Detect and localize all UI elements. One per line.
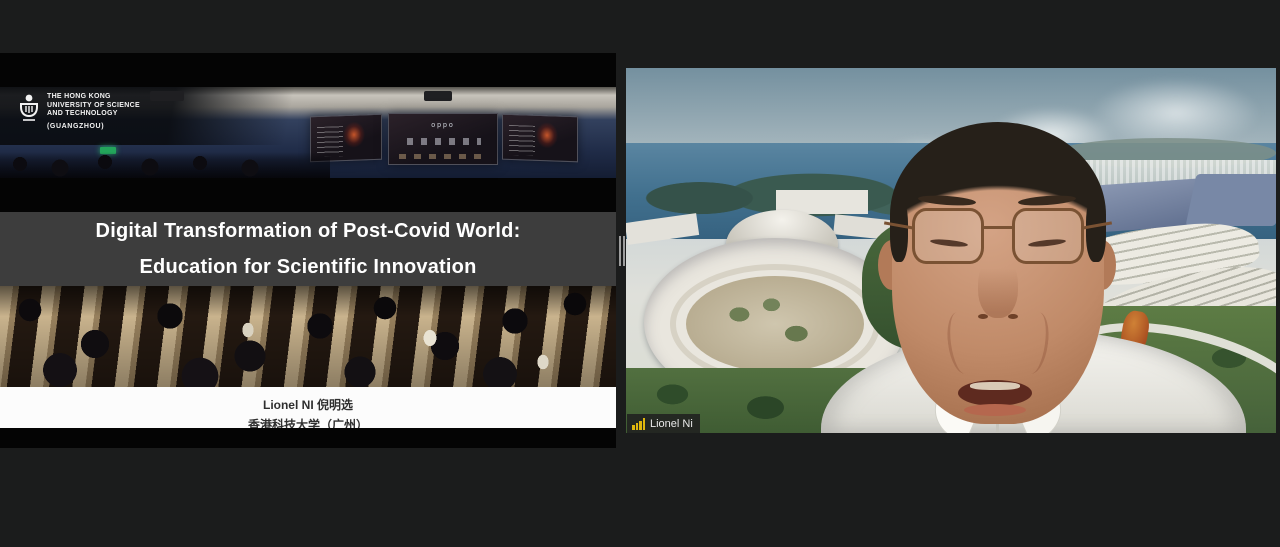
nose (978, 256, 1018, 318)
meeting-window: oppo (0, 0, 1280, 547)
ceiling-projector (424, 91, 452, 101)
ceiling-projector (150, 91, 184, 101)
logo-line: THE HONG KONG (47, 93, 140, 102)
logo-line: AND TECHNOLOGY (47, 110, 140, 119)
speaker-info-band: Lionel NI 倪明选 香港科技大学（广州） The Hong Kong U… (0, 387, 616, 428)
audience-photo (0, 286, 616, 387)
slide-text-lines (509, 125, 535, 156)
audience-silhouettes (0, 152, 330, 178)
speaker-hair-side (890, 198, 908, 262)
slide-flame-graphic (536, 122, 558, 149)
glasses-bridge (982, 226, 1014, 229)
screen-share-panel: oppo (0, 53, 616, 448)
slide-title-line1: Digital Transformation of Post-Covid Wor… (96, 220, 521, 243)
presentation-slide: oppo (0, 87, 616, 428)
nostril (1008, 314, 1018, 319)
lower-lip (964, 404, 1026, 416)
logo-line: UNIVERSITY OF SCIENCE (47, 102, 140, 111)
app-icons-row (407, 138, 481, 145)
resize-handle-line (623, 236, 625, 266)
panel-resize-handle[interactable] (617, 236, 626, 266)
nostril (978, 314, 988, 319)
app-icons-row (399, 154, 489, 159)
signal-strength-icon (632, 418, 645, 430)
campus-roof-building (1185, 174, 1276, 226)
resize-handle-line (619, 236, 621, 266)
speaker-name: Lionel NI 倪明选 (263, 396, 353, 413)
slide-flame-graphic (343, 121, 365, 148)
participant-name-text: Lionel Ni (650, 418, 693, 430)
slide-title-band: Digital Transformation of Post-Covid Wor… (0, 212, 616, 286)
speaker-university-cn: 香港科技大学（广州） (248, 416, 368, 428)
oval-courtyard (686, 276, 864, 372)
participant-video-tile[interactable]: Lionel Ni (626, 68, 1276, 433)
speaker-hair-side (1086, 196, 1106, 262)
glasses-lens (1012, 208, 1084, 264)
teeth (970, 382, 1020, 390)
slide-title-line2: Education for Scientific Innovation (139, 256, 476, 279)
oppo-brand-text: oppo (389, 122, 497, 129)
hkust-logo-text: THE HONG KONG UNIVERSITY OF SCIENCE AND … (47, 93, 140, 119)
projection-screen-center: oppo (388, 113, 498, 165)
hkust-logo-icon (18, 93, 40, 125)
projection-screen-right (502, 114, 578, 163)
participant-name-label: Lionel Ni (627, 414, 700, 433)
logo-campus-line: (GUANGZHOU) (47, 123, 140, 132)
glasses-lens (912, 208, 984, 264)
lecture-hall-photo: oppo (0, 87, 616, 178)
hkust-logo: THE HONG KONG UNIVERSITY OF SCIENCE AND … (18, 93, 140, 131)
